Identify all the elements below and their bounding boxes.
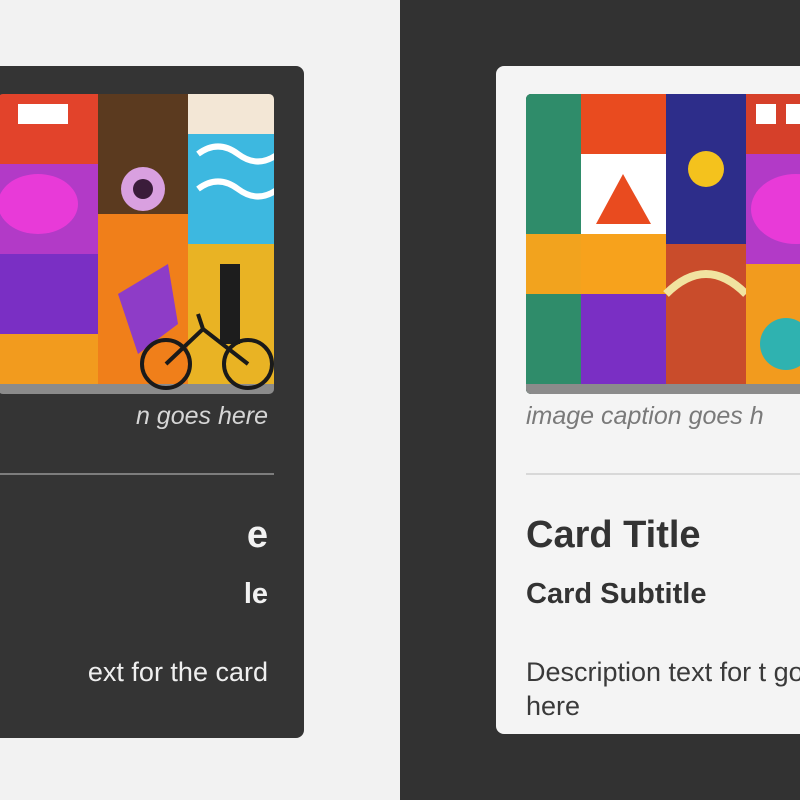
graffiti-image xyxy=(0,94,274,394)
dark-panel: image caption goes h Card Title Card Sub… xyxy=(400,0,800,800)
card-dark: n goes here e le ext for the card xyxy=(0,66,304,738)
image-caption: n goes here xyxy=(135,402,268,430)
image-caption: image caption goes h xyxy=(526,402,764,430)
card-title: e xyxy=(246,514,268,556)
card-description: ext for the card xyxy=(87,657,268,687)
light-panel: n goes here e le ext for the card xyxy=(0,0,400,800)
card-title: Card Title xyxy=(526,514,701,556)
card-image xyxy=(526,94,800,394)
card-image xyxy=(0,94,274,394)
card-subtitle: Card Subtitle xyxy=(526,578,707,610)
card-light: image caption goes h Card Title Card Sub… xyxy=(496,66,800,734)
graffiti-image xyxy=(526,94,800,394)
card-divider xyxy=(526,473,800,475)
card-subtitle: le xyxy=(243,578,268,610)
card-description: Description text for t goes here xyxy=(526,657,800,721)
card-divider xyxy=(0,473,274,475)
